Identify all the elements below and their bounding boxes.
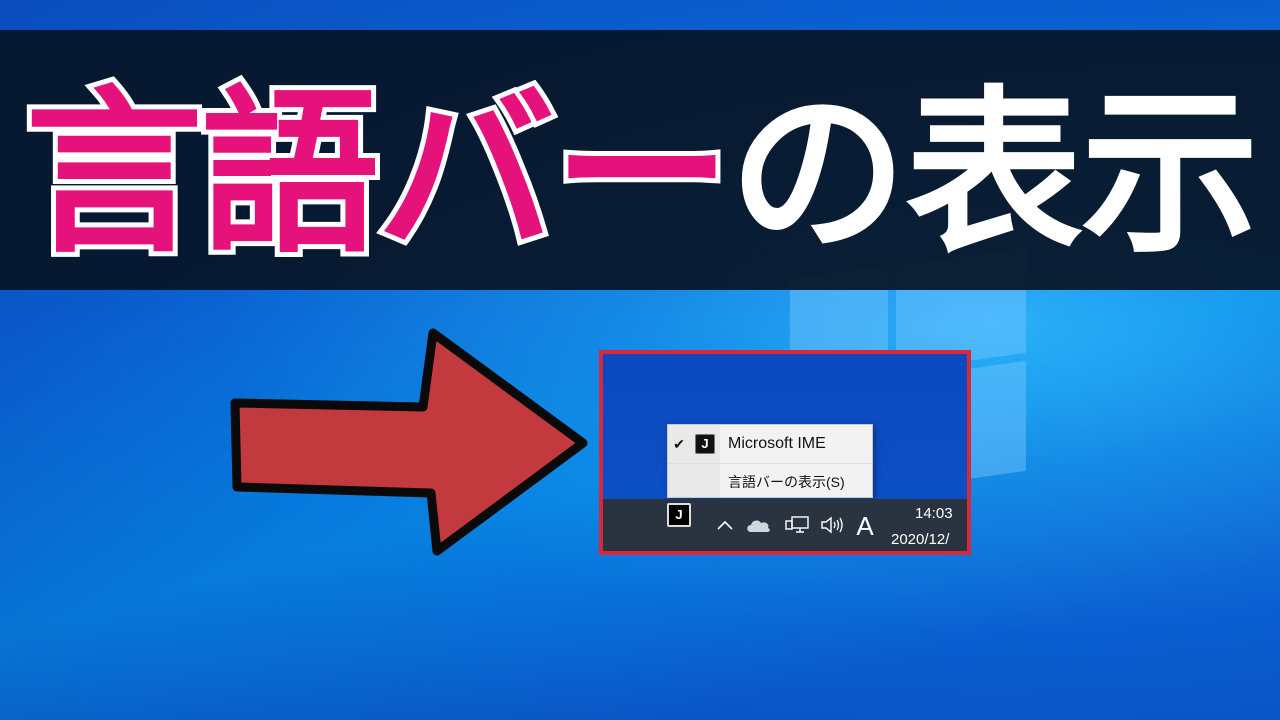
ime-j-icon[interactable]: J xyxy=(667,503,691,527)
network-icon[interactable] xyxy=(783,515,811,535)
input-mode-indicator[interactable]: A xyxy=(853,511,877,541)
show-hidden-icons-caret-icon[interactable] xyxy=(715,515,735,535)
title-highlight: 言語バー xyxy=(20,65,736,282)
ime-j-icon: J xyxy=(695,434,715,454)
menu-item-microsoft-ime[interactable]: ✔ J Microsoft IME xyxy=(668,426,872,462)
taskbar: J A 14:03 2020/12/ xyxy=(603,499,967,551)
menu-item-show-language-bar[interactable]: 言語バーの表示(S) xyxy=(668,463,872,499)
menu-item-label: 言語バーの表示(S) xyxy=(728,473,845,490)
menu-item-label: Microsoft IME xyxy=(728,435,826,452)
volume-icon[interactable] xyxy=(818,515,846,535)
ime-context-menu: ✔ J Microsoft IME 言語バーの表示(S) xyxy=(667,424,873,498)
onedrive-cloud-icon[interactable] xyxy=(743,515,773,535)
title-rest: の表示 xyxy=(729,69,1259,277)
clock-time[interactable]: 14:03 xyxy=(915,505,953,522)
clock-date[interactable]: 2020/12/ xyxy=(891,531,949,548)
checkmark-icon: ✔ xyxy=(673,435,685,452)
taskbar-screenshot-inset: ✔ J Microsoft IME 言語バーの表示(S) J A 14:03 2… xyxy=(599,350,971,555)
page-title: 言語バー の表示 xyxy=(20,38,1259,282)
arrow-icon xyxy=(230,328,588,556)
